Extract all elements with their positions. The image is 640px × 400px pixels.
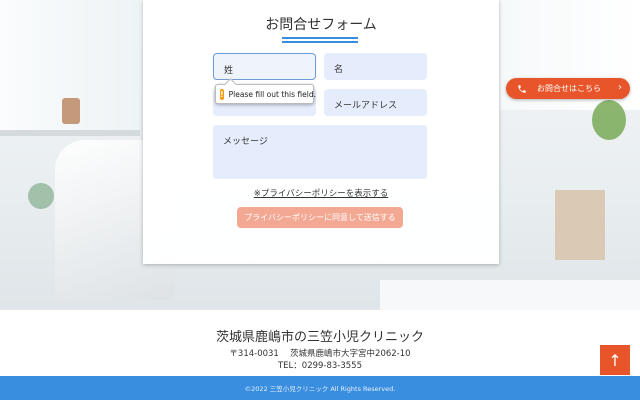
title-underline [282, 37, 358, 39]
background-plant [592, 100, 626, 140]
warning-icon: ! [220, 88, 224, 100]
contact-button[interactable]: お問合せはこちら › [506, 78, 630, 99]
copyright-text: ©2022 三笠小児クリニック All Rights Reserved. [244, 385, 396, 393]
validation-tooltip: ! Please fill out this field. [215, 84, 316, 104]
first-name-field[interactable]: 名 [324, 53, 427, 80]
clinic-address: 〒314-0031 茨城県鹿嶋市大字宮中2062-10 [229, 349, 411, 359]
privacy-policy-link[interactable]: ※プライバシーポリシーを表示する [143, 187, 499, 199]
clinic-info: 茨城県鹿嶋市の三笠小児クリニック 〒314-0031 茨城県鹿嶋市大字宮中206… [0, 310, 640, 376]
contact-form-panel: お問合せフォーム 姓 名 メールアドレス メッセージ ! Please fill… [143, 0, 499, 264]
background-plant [28, 183, 54, 209]
background-desk [380, 280, 640, 310]
last-name-field[interactable]: 姓 [213, 53, 316, 80]
background-box [555, 190, 605, 260]
submit-button[interactable]: プライバシーポリシーに同意して送信する [237, 207, 403, 228]
clinic-phone: TEL：0299-83-3555 [277, 361, 362, 371]
back-to-top-button[interactable]: ↑ [600, 345, 630, 375]
validation-message: Please fill out this field. [228, 89, 316, 99]
phone-icon [518, 84, 526, 93]
form-title: お問合せフォーム [265, 17, 377, 33]
email-field[interactable]: メールアドレス [324, 89, 427, 116]
background-shelf [0, 130, 140, 136]
background-decoration [62, 98, 80, 124]
contact-button-label: お問合せはこちら [537, 84, 601, 93]
clinic-name: 茨城県鹿嶋市の三笠小児クリニック [215, 330, 424, 345]
arrow-up-icon: ↑ [608, 350, 622, 370]
footer: ©2022 三笠小児クリニック All Rights Reserved. [0, 376, 640, 400]
title-underline [282, 41, 358, 43]
message-field[interactable]: メッセージ [213, 125, 427, 179]
chevron-right-icon: › [618, 82, 622, 93]
